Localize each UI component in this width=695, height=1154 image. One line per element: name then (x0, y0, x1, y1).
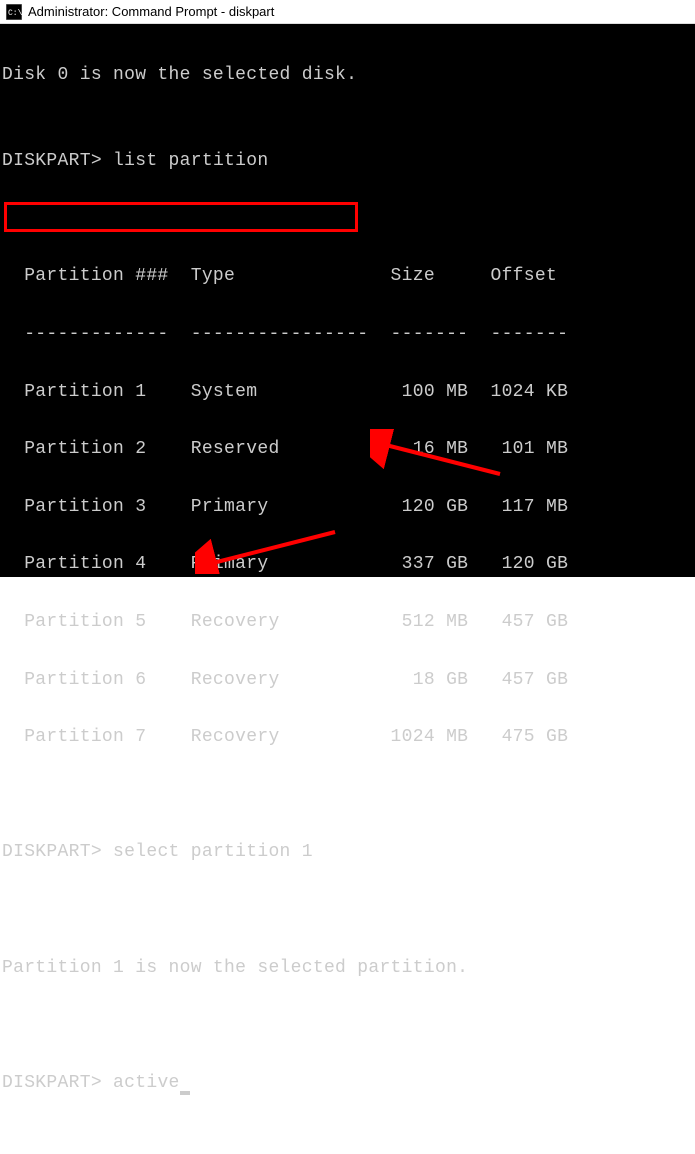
titlebar[interactable]: C:\ Administrator: Command Prompt - disk… (0, 0, 695, 24)
prompt-list-partition: DISKPART> list partition (2, 147, 695, 176)
svg-text:C:\: C:\ (8, 9, 22, 18)
cmd-window: C:\ Administrator: Command Prompt - disk… (0, 0, 695, 577)
cmd-select-partition: select partition 1 (113, 842, 313, 862)
console-area[interactable]: Disk 0 is now the selected disk. DISKPAR… (0, 24, 695, 577)
prompt-prefix: DISKPART> (2, 1073, 113, 1093)
table-row: Partition 7 Recovery 1024 MB 475 GB (2, 723, 695, 752)
prompt-prefix: DISKPART> (2, 151, 113, 171)
window-title: Administrator: Command Prompt - diskpart (28, 4, 274, 19)
table-row: Partition 4 Primary 337 GB 120 GB (2, 550, 695, 579)
text-cursor (180, 1091, 190, 1095)
cmd-list-partition: list partition (113, 151, 268, 171)
table-row: Partition 6 Recovery 18 GB 457 GB (2, 666, 695, 695)
blank-line (2, 1011, 695, 1040)
partition-table-divider: ------------- ---------------- ------- -… (2, 320, 695, 349)
partition-table-header: Partition ### Type Size Offset (2, 262, 695, 291)
prompt-active: DISKPART> active (2, 1069, 695, 1098)
blank-line (2, 205, 695, 234)
table-row: Partition 5 Recovery 512 MB 457 GB (2, 608, 695, 637)
table-row: Partition 3 Primary 120 GB 117 MB (2, 493, 695, 522)
cmd-icon: C:\ (6, 4, 22, 20)
output-selected-disk: Disk 0 is now the selected disk. (2, 61, 695, 90)
blank-line (2, 896, 695, 925)
output-selected-partition: Partition 1 is now the selected partitio… (2, 954, 695, 983)
cmd-active: active (113, 1073, 180, 1093)
blank-line (2, 781, 695, 810)
prompt-prefix: DISKPART> (2, 842, 113, 862)
prompt-select-partition: DISKPART> select partition 1 (2, 838, 695, 867)
table-row: Partition 2 Reserved 16 MB 101 MB (2, 435, 695, 464)
table-row: Partition 1 System 100 MB 1024 KB (2, 378, 695, 407)
